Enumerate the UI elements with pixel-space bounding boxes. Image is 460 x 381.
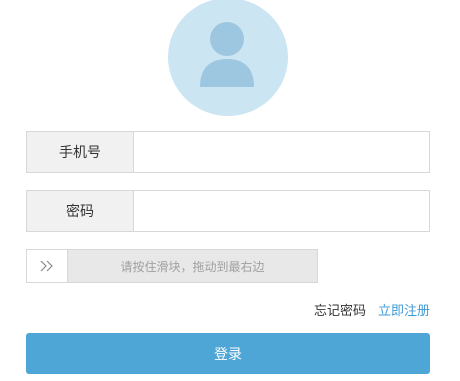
- phone-label: 手机号: [27, 132, 134, 172]
- login-page: 手机号 密码 请按住滑块，拖动到最右边 忘记密码 立即注册 登录: [0, 0, 460, 381]
- phone-field-row: 手机号: [26, 131, 430, 173]
- slider-handle[interactable]: [27, 250, 68, 282]
- password-field-row: 密码: [26, 190, 430, 232]
- double-chevron-right-icon: [40, 260, 53, 272]
- register-link[interactable]: 立即注册: [378, 300, 430, 319]
- phone-input[interactable]: [134, 132, 429, 172]
- login-button[interactable]: 登录: [26, 333, 430, 374]
- slider-hint-text: 请按住滑块，拖动到最右边: [120, 259, 265, 274]
- slider-captcha[interactable]: 请按住滑块，拖动到最右边: [26, 249, 318, 283]
- password-label: 密码: [27, 191, 134, 231]
- forgot-password-link[interactable]: 忘记密码: [314, 300, 366, 319]
- password-input[interactable]: [134, 191, 429, 231]
- avatar: [168, 0, 288, 116]
- user-icon: [200, 22, 254, 87]
- auth-links: 忘记密码 立即注册: [314, 300, 430, 319]
